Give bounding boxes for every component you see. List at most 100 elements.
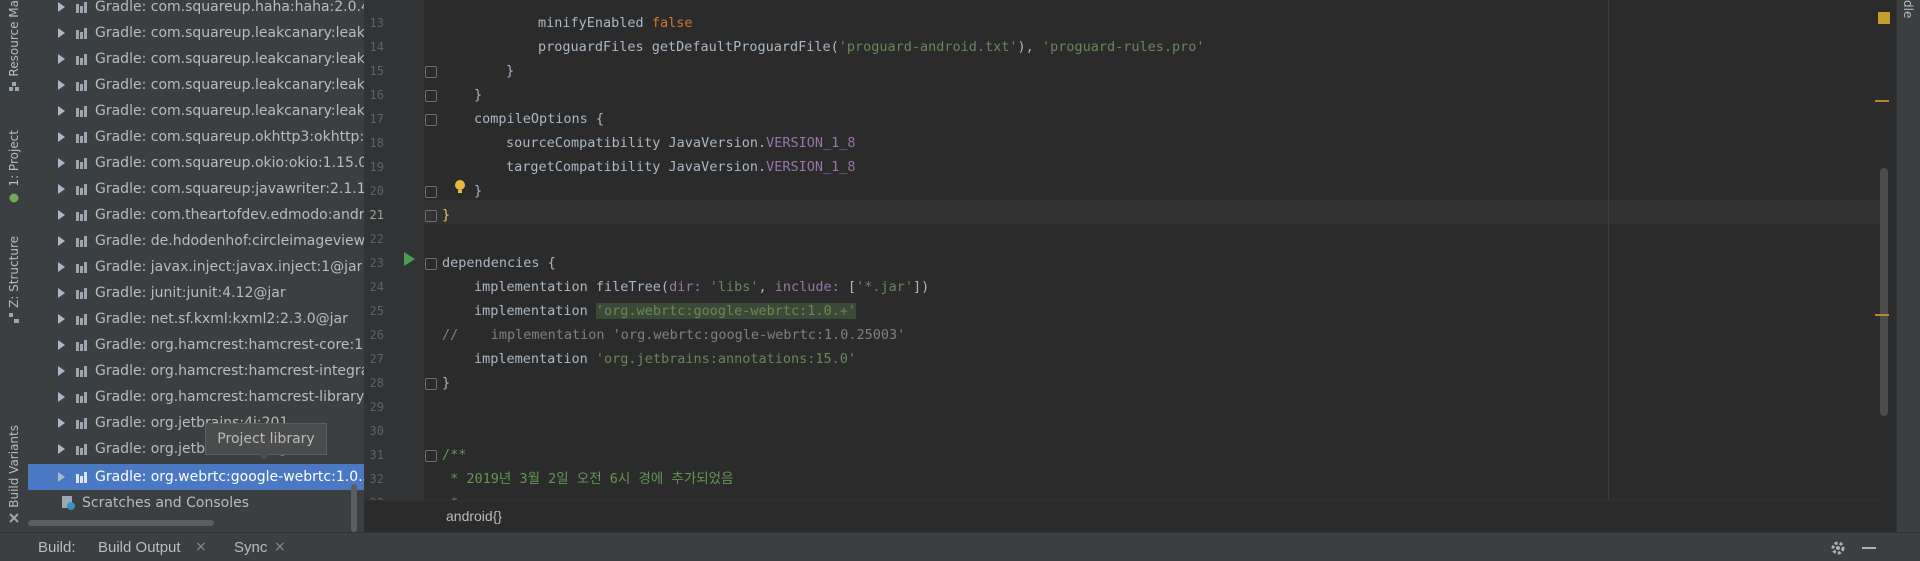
tree-item[interactable]: Gradle: com.squareup.leakcanary:leakc xyxy=(28,46,364,72)
line-number: 25 xyxy=(369,304,384,318)
tree-item[interactable]: Gradle: com.squareup.leakcanary:leakc xyxy=(28,72,364,98)
tree-item-label: Gradle: org.hamcrest:hamcrest-integrat xyxy=(95,363,364,379)
tree-item[interactable]: Gradle: org.hamcrest:hamcrest-integrat xyxy=(28,358,364,384)
run-gutter-icon[interactable] xyxy=(404,252,415,266)
tab-sync[interactable]: Sync xyxy=(234,539,267,556)
right-tool-strip: dle xyxy=(1896,0,1920,532)
tree-item[interactable]: Gradle: com.squareup.okhttp3:okhttp:3 xyxy=(28,124,364,150)
expand-arrow-icon[interactable] xyxy=(58,184,65,194)
inspection-status-icon[interactable] xyxy=(1878,12,1890,24)
tree-item[interactable]: Gradle: com.squareup.haha:haha:2.0.4@ xyxy=(28,0,364,20)
gradle-tab-label[interactable]: dle xyxy=(1901,0,1915,18)
expand-arrow-icon[interactable] xyxy=(58,262,65,272)
build-variants-icon xyxy=(9,513,19,523)
lightbulb-icon[interactable] xyxy=(454,180,466,194)
code-token: targetCompatibility JavaVersion. xyxy=(506,159,767,175)
gear-icon[interactable] xyxy=(1830,540,1846,556)
expand-arrow-icon[interactable] xyxy=(58,158,65,168)
left-tool-strip: Resource Ma 1: Project Z: Structure Buil… xyxy=(0,0,29,532)
expand-arrow-icon[interactable] xyxy=(58,2,65,12)
library-icon xyxy=(76,391,87,403)
tree-item[interactable]: Gradle: com.squareup.leakcanary:leakc xyxy=(28,98,364,124)
code-token: 'libs' xyxy=(709,279,759,295)
tab-build-output[interactable]: Build Output xyxy=(98,539,181,556)
resource-manager-tab[interactable]: Resource Ma xyxy=(2,0,26,93)
library-icon xyxy=(76,235,87,247)
library-icon xyxy=(76,1,87,13)
expand-arrow-icon[interactable] xyxy=(58,444,65,454)
tree-item[interactable]: Gradle: com.squareup:javawriter:2.1.1@ xyxy=(28,176,364,202)
library-icon xyxy=(76,157,87,169)
library-icon xyxy=(76,261,87,273)
tree-item[interactable]: Gradle: org.hamcrest:hamcrest-core:1.3 xyxy=(28,332,364,358)
close-icon[interactable]: × xyxy=(195,539,207,555)
expand-arrow-icon[interactable] xyxy=(58,210,65,220)
code-line: minifyEnabled false xyxy=(538,11,692,35)
expand-arrow-icon[interactable] xyxy=(58,106,65,116)
expand-arrow-icon[interactable] xyxy=(58,472,65,482)
expand-arrow-icon[interactable] xyxy=(58,314,65,324)
fold-marker-icon[interactable] xyxy=(425,258,437,270)
fold-marker-icon[interactable] xyxy=(425,378,437,390)
tree-item[interactable]: Gradle: junit:junit:4.12@jar xyxy=(28,280,364,306)
minimize-icon[interactable] xyxy=(1862,547,1876,549)
scratches-and-consoles[interactable]: Scratches and Consoles xyxy=(28,490,364,516)
tree-item-label: Gradle: junit:junit:4.12@jar xyxy=(95,285,286,301)
tree-item[interactable]: Gradle: com.squareup.okio:okio:1.15.0@ xyxy=(28,150,364,176)
warning-marker[interactable] xyxy=(1875,314,1889,316)
expand-arrow-icon[interactable] xyxy=(58,392,65,402)
tree-item-selected[interactable]: Gradle: org.webrtc:google-webrtc:1.0.300… xyxy=(28,464,364,490)
structure-icon xyxy=(9,312,19,323)
library-icon xyxy=(76,209,87,221)
tree-horizontal-scrollbar[interactable] xyxy=(28,520,214,526)
close-icon[interactable]: × xyxy=(274,539,286,555)
android-project-icon xyxy=(9,193,19,203)
library-icon xyxy=(76,443,87,455)
warning-marker[interactable] xyxy=(1875,100,1889,102)
code-line: proguardFiles getDefaultProguardFile('pr… xyxy=(538,35,1205,59)
line-number: 23 xyxy=(369,256,384,270)
project-tab[interactable]: 1: Project xyxy=(2,130,26,203)
tooltip: Project library xyxy=(205,423,327,455)
library-icon xyxy=(76,183,87,195)
tree-item[interactable]: Gradle: com.theartofdev.edmodo:andro xyxy=(28,202,364,228)
tree-item[interactable]: Gradle: javax.inject:javax.inject:1@jar xyxy=(28,254,364,280)
tree-item[interactable]: Gradle: com.squareup.leakcanary:leakc xyxy=(28,20,364,46)
expand-arrow-icon[interactable] xyxy=(58,418,65,428)
line-number: 27 xyxy=(369,352,384,366)
tree-item[interactable]: Gradle: de.hdodenhof:circleimageview: xyxy=(28,228,364,254)
expand-arrow-icon[interactable] xyxy=(58,366,65,376)
editor-vertical-scrollbar[interactable] xyxy=(1880,168,1888,416)
expand-arrow-icon[interactable] xyxy=(58,80,65,90)
expand-arrow-icon[interactable] xyxy=(58,54,65,64)
line-number: 32 xyxy=(369,472,384,486)
scratches-icon xyxy=(62,496,75,510)
expand-arrow-icon[interactable] xyxy=(58,132,65,142)
expand-arrow-icon[interactable] xyxy=(58,28,65,38)
code-line: implementation 'org.webrtc:google-webrtc… xyxy=(474,299,857,323)
fold-marker-icon[interactable] xyxy=(425,90,437,102)
tooltip-arrow xyxy=(258,454,270,460)
tree-item[interactable]: Gradle: org.hamcrest:hamcrest-library:1 xyxy=(28,384,364,410)
fold-marker-icon[interactable] xyxy=(425,66,437,78)
fold-marker-icon[interactable] xyxy=(425,450,437,462)
fold-marker-icon[interactable] xyxy=(425,210,437,222)
fold-marker-icon[interactable] xyxy=(425,186,437,198)
structure-tab[interactable]: Z: Structure xyxy=(2,236,26,324)
tree-item-label: Gradle: com.squareup:javawriter:2.1.1@ xyxy=(95,181,364,197)
expand-arrow-icon[interactable] xyxy=(58,236,65,246)
code-line-doc: * 2019년 3월 2일 오전 6시 경에 추가되었음 xyxy=(442,471,734,487)
code-token: '*.jar' xyxy=(856,279,913,295)
build-variants-tab[interactable]: Build Variants xyxy=(2,425,26,524)
tree-item[interactable]: Gradle: net.sf.kxml:kxml2:2.3.0@jar xyxy=(28,306,364,332)
breadcrumb-label[interactable]: android{} xyxy=(446,508,502,524)
expand-arrow-icon[interactable] xyxy=(58,288,65,298)
code-line: compileOptions { xyxy=(474,111,605,127)
expand-arrow-icon[interactable] xyxy=(58,340,65,350)
tree-vertical-scrollbar[interactable] xyxy=(351,484,357,532)
breadcrumb[interactable]: android{} xyxy=(364,500,1880,532)
code-editor[interactable]: 13 14 15 16 17 18 19 20 21 22 23 24 25 2… xyxy=(364,0,1880,532)
code-token: 'proguard-android.txt' xyxy=(838,39,1018,55)
right-margin-guide xyxy=(1608,0,1609,500)
fold-marker-icon[interactable] xyxy=(425,114,437,126)
